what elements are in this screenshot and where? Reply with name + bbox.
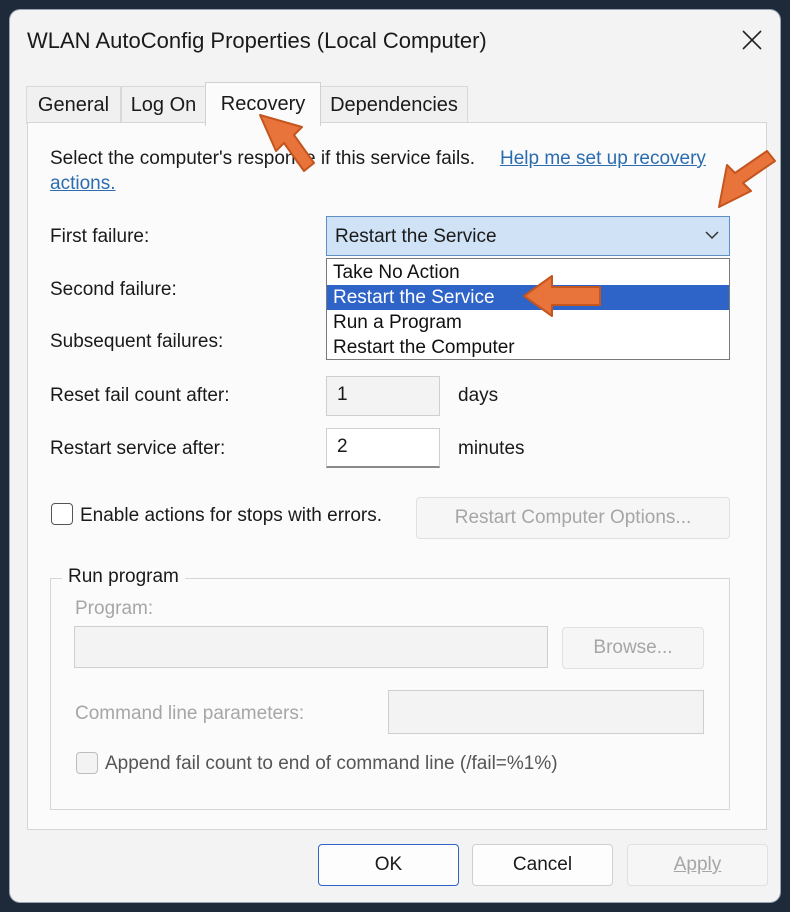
- tab-label: Log On: [130, 94, 197, 116]
- restart-service-label: Restart service after:: [50, 438, 226, 459]
- reset-fail-count-label: Reset fail count after:: [50, 385, 230, 406]
- tab-label: Dependencies: [330, 94, 458, 116]
- help-link-continued[interactable]: actions.: [50, 173, 115, 195]
- dialog-window: WLAN AutoConfig Properties (Local Comput…: [10, 10, 780, 902]
- tab-label: General: [37, 94, 110, 116]
- title-bar: WLAN AutoConfig Properties (Local Comput…: [10, 10, 780, 72]
- restart-computer-options-button[interactable]: Restart Computer Options...: [416, 497, 730, 539]
- tab-general[interactable]: General: [26, 86, 121, 124]
- enable-actions-checkbox[interactable]: [51, 503, 73, 525]
- append-fail-count-checkbox[interactable]: [76, 752, 98, 774]
- second-failure-label: Second failure:: [50, 279, 177, 300]
- cmd-params-input[interactable]: [388, 690, 704, 734]
- close-icon: [742, 30, 762, 50]
- first-failure-label: First failure:: [50, 226, 150, 247]
- annotation-arrow-icon: [259, 114, 315, 172]
- cmd-params-label: Command line parameters:: [75, 703, 305, 724]
- chevron-down-icon: [705, 231, 719, 240]
- apply-button[interactable]: Apply: [627, 844, 768, 886]
- browse-button[interactable]: Browse...: [562, 627, 704, 669]
- annotation-arrow-icon: [523, 275, 601, 317]
- reset-fail-count-unit: days: [458, 385, 499, 406]
- run-program-title: Run program: [62, 566, 185, 588]
- append-fail-count-label: Append fail count to end of command line…: [105, 753, 558, 774]
- program-label: Program:: [75, 598, 154, 619]
- first-failure-select[interactable]: Restart the Service: [326, 216, 730, 256]
- help-link[interactable]: Help me set up recovery: [500, 148, 706, 170]
- tab-log-on[interactable]: Log On: [121, 86, 206, 124]
- first-failure-value: Restart the Service: [335, 226, 497, 247]
- reset-fail-count-input[interactable]: 1: [326, 376, 440, 416]
- program-input[interactable]: [74, 626, 548, 668]
- tab-dependencies[interactable]: Dependencies: [320, 86, 468, 124]
- enable-actions-label: Enable actions for stops with errors.: [80, 505, 383, 526]
- ok-button[interactable]: OK: [318, 844, 459, 886]
- cancel-button[interactable]: Cancel: [472, 844, 613, 886]
- annotation-arrow-icon: [718, 150, 776, 208]
- apply-label: Apply: [673, 854, 722, 875]
- restart-service-unit: minutes: [458, 438, 525, 459]
- subsequent-failures-label: Subsequent failures:: [50, 331, 224, 352]
- restart-service-input[interactable]: 2: [326, 428, 440, 468]
- window-title: WLAN AutoConfig Properties (Local Comput…: [27, 28, 487, 53]
- option-restart-the-computer[interactable]: Restart the Computer: [327, 335, 729, 360]
- close-button[interactable]: [734, 22, 770, 58]
